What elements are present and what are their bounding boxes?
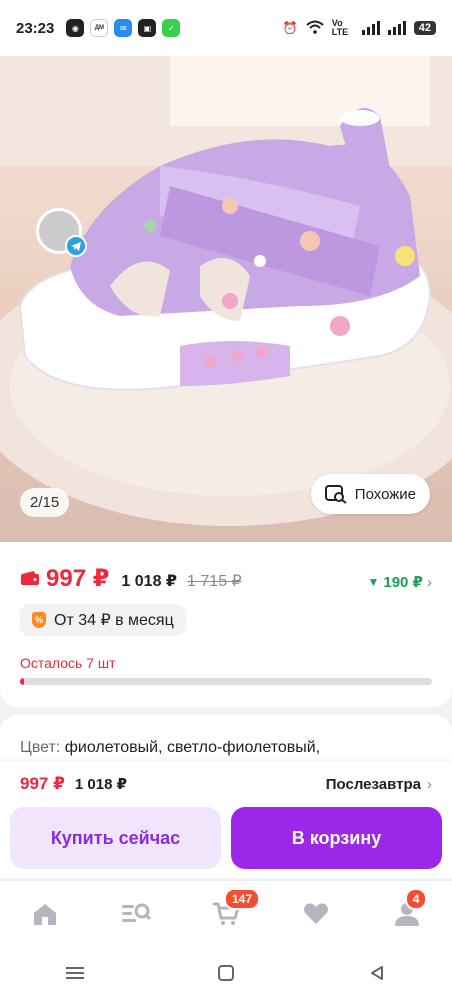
price-main: 997 ₽	[46, 565, 110, 592]
color-label: Цвет:	[20, 739, 61, 756]
product-image	[0, 56, 452, 526]
status-notification-icons: ◉ ДМ ✉ ▣ ✓	[66, 19, 181, 37]
catalog-search-icon	[121, 903, 151, 922]
chevron-right-icon: ›	[427, 573, 432, 591]
status-system-icons: ⏰ Vo LTE 42	[283, 19, 436, 37]
tab-favorites[interactable]	[296, 894, 336, 934]
app-notification-icon: ◉	[66, 19, 85, 37]
status-time: 23:23	[16, 19, 55, 37]
wifi-icon	[306, 20, 324, 37]
cashback-button[interactable]: ▼ 190 ₽ ›	[367, 573, 432, 592]
installment-text: От 34 ₽ в месяц	[54, 612, 174, 629]
price-old: 1 715 ₽	[187, 573, 242, 590]
seller-avatar[interactable]	[36, 208, 87, 257]
buy-now-button[interactable]: Купить сейчас	[10, 807, 221, 869]
alarm-icon: ⏰	[282, 21, 298, 35]
tab-home[interactable]	[25, 894, 65, 934]
wallet-icon	[21, 571, 39, 585]
chevron-right-icon: ›	[427, 776, 432, 793]
color-value: фиолетовый, светло-фиолетовый,	[64, 739, 321, 756]
home-square-icon[interactable]	[211, 958, 241, 988]
installment-icon: %	[32, 612, 46, 628]
cashback-value: 190 ₽	[383, 574, 423, 591]
gallery-pager: 2/15	[20, 488, 70, 517]
network-label: Vo LTE	[331, 18, 349, 37]
tab-catalog[interactable]	[116, 894, 156, 934]
delivery-button[interactable]: Послезавтра ›	[326, 776, 432, 793]
shop-app-icon: ✓	[162, 19, 181, 37]
menu-icon[interactable]	[60, 958, 90, 988]
stock-progress	[20, 678, 432, 685]
heart-icon	[304, 902, 329, 924]
installment-badge[interactable]: % От 34 ₽ в месяц	[20, 604, 186, 636]
detmir-app-icon: ДМ	[90, 19, 109, 37]
status-bar: 23:23 ◉ ДМ ✉ ▣ ✓ ⏰ Vo LTE 42	[0, 0, 452, 56]
price-without-card: 1 018 ₽	[121, 573, 178, 590]
signal-icon	[361, 21, 380, 35]
cart-badge: 147	[223, 887, 260, 910]
tab-bar: 147 4	[0, 880, 452, 946]
back-icon[interactable]	[362, 958, 392, 988]
product-gallery[interactable]: 2/15 Похожие	[0, 56, 452, 542]
stock-remaining: Осталось 7 шт	[20, 655, 116, 671]
delivery-label: Послезавтра	[325, 776, 421, 793]
profile-badge: 4	[404, 887, 428, 910]
bottom-price-row: 997 ₽ 1 018 ₽ Послезавтра ›	[20, 774, 432, 794]
battery-icon: 42	[413, 21, 436, 35]
price-row: 997 ₽ 1 018 ₽ 1 715 ₽ ▼ 190 ₽ ›	[20, 564, 432, 593]
similar-button[interactable]: Похожие	[310, 474, 430, 514]
home-icon	[34, 903, 57, 925]
signal-icon-2	[387, 21, 406, 35]
wallet-app-icon: ▣	[138, 19, 157, 37]
stock-progress-fill	[20, 678, 25, 685]
add-to-cart-button[interactable]: В корзину	[231, 807, 442, 869]
similar-label: Похожие	[354, 485, 416, 503]
bottom-price: 997 ₽	[20, 774, 65, 793]
triangle-down-icon: ▼	[367, 575, 380, 589]
bottom-actions: 997 ₽ 1 018 ₽ Послезавтра › Купить сейча…	[0, 762, 452, 878]
similar-search-icon	[324, 485, 347, 504]
tab-cart[interactable]: 147	[206, 887, 260, 934]
system-nav-bar	[0, 946, 452, 1000]
tab-profile[interactable]: 4	[387, 887, 428, 934]
bottom-price-second: 1 018 ₽	[74, 776, 128, 793]
price-card: 997 ₽ 1 018 ₽ 1 715 ₽ ▼ 190 ₽ › % От 34 …	[0, 542, 452, 707]
messenger-app-icon: ✉	[114, 19, 133, 37]
telegram-icon[interactable]	[65, 235, 87, 257]
